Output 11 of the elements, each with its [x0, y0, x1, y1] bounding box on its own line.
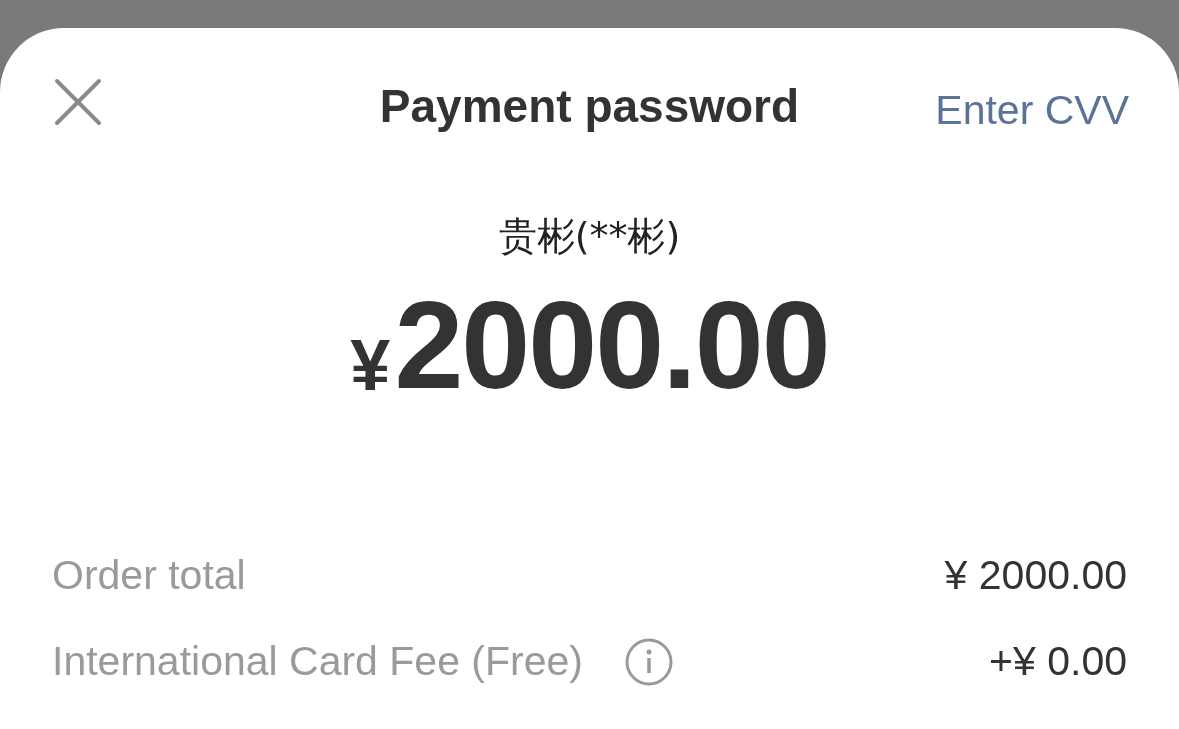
- row-value: ¥ 2000.00: [944, 551, 1127, 601]
- currency-symbol: ¥: [350, 329, 391, 401]
- row-label: Order total: [52, 551, 246, 601]
- payee-name: 贵彬(**彬): [498, 213, 681, 260]
- window-title: Payment password: [379, 78, 800, 134]
- close-icon[interactable]: [54, 78, 102, 126]
- enter-cvv-link[interactable]: Enter CVV: [935, 90, 1129, 131]
- row-label: International Card Fee (Free): [52, 637, 583, 687]
- row-value: +¥ 0.00: [989, 637, 1127, 687]
- info-icon[interactable]: [624, 638, 673, 686]
- amount: 2000.00: [394, 283, 829, 407]
